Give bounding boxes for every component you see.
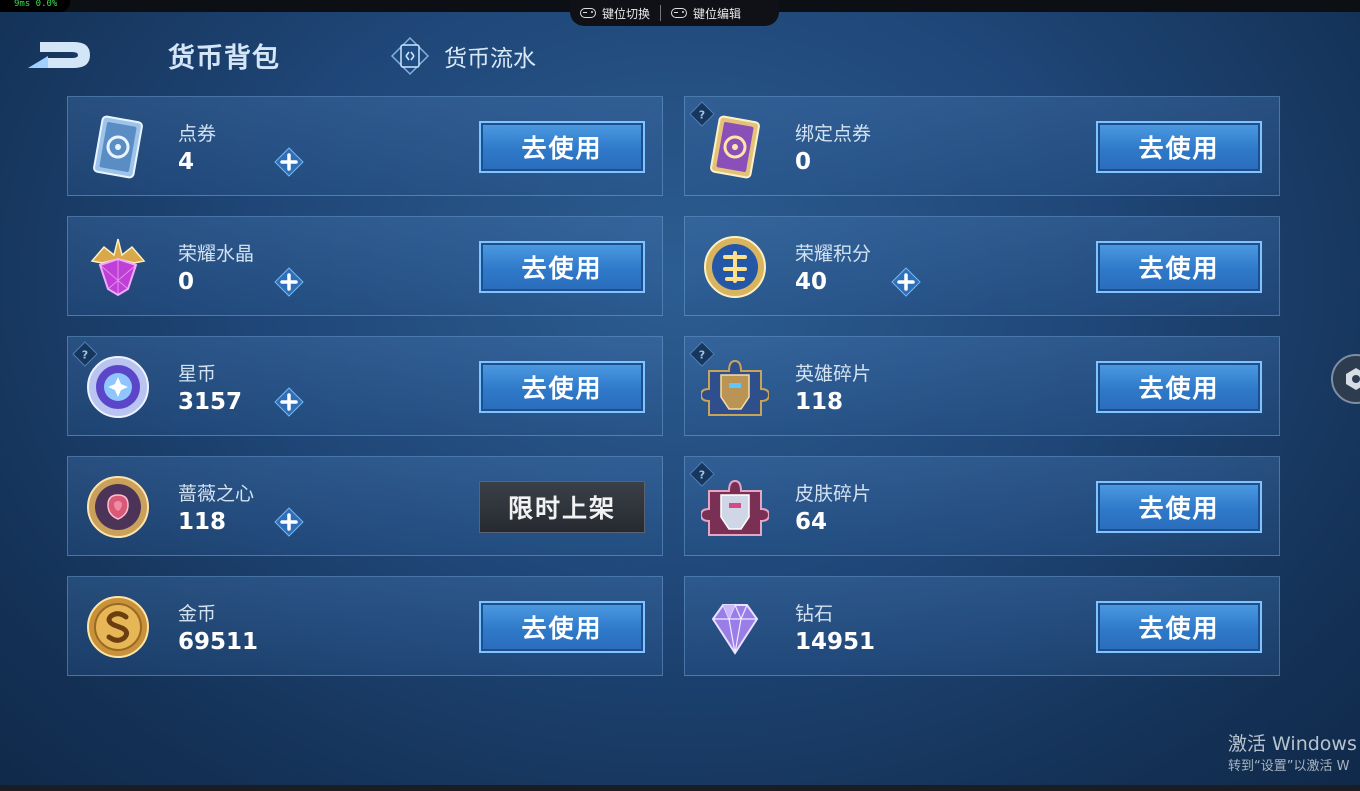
key-mapping-bar: 键位切换 键位编辑 bbox=[570, 0, 779, 26]
ticket-flow-icon bbox=[390, 36, 430, 76]
add-currency-button[interactable] bbox=[274, 507, 304, 537]
currency-amount: 4 bbox=[178, 149, 195, 175]
help-icon[interactable]: ? bbox=[689, 341, 715, 367]
use-button[interactable]: 去使用 bbox=[1096, 601, 1262, 653]
currency-card: ? 星币 3157 去使用 bbox=[67, 336, 663, 436]
currency-card: 蔷薇之心 118 限时上架 bbox=[67, 456, 663, 556]
gamepad-icon bbox=[580, 8, 596, 18]
rose-heart-icon[interactable] bbox=[84, 473, 152, 541]
key-switch-label: 键位切换 bbox=[602, 6, 651, 21]
glory-crystal-icon[interactable] bbox=[84, 233, 152, 301]
add-currency-button[interactable] bbox=[274, 147, 304, 177]
limited-time-button[interactable]: 限时上架 bbox=[479, 481, 645, 533]
currency-amount: 14951 bbox=[795, 629, 876, 655]
help-icon[interactable]: ? bbox=[689, 461, 715, 487]
currency-card: 点券 4 去使用 bbox=[67, 96, 663, 196]
currency-amount: 3157 bbox=[178, 389, 243, 415]
currency-card: 金币 69511 去使用 bbox=[67, 576, 663, 676]
currency-amount: 0 bbox=[178, 269, 195, 295]
windows-activation-hint: 转到“设置”以激活 W bbox=[1228, 759, 1350, 774]
currency-amount: 64 bbox=[795, 509, 828, 535]
currency-amount: 0 bbox=[795, 149, 812, 175]
currency-card: ? 皮肤碎片 64 去使用 bbox=[684, 456, 1280, 556]
help-icon[interactable]: ? bbox=[689, 101, 715, 127]
windows-activation-title: 激活 Windows bbox=[1228, 733, 1357, 755]
currency-amount: 40 bbox=[795, 269, 828, 295]
add-currency-button[interactable] bbox=[891, 267, 921, 297]
currency-name: 点券 bbox=[178, 123, 217, 145]
page-title: 货币背包 bbox=[168, 43, 280, 74]
key-edit-label: 键位编辑 bbox=[693, 6, 742, 21]
currency-name: 绑定点券 bbox=[795, 123, 872, 145]
currency-card: 荣耀水晶 0 去使用 bbox=[67, 216, 663, 316]
glory-points-icon[interactable] bbox=[701, 233, 769, 301]
currency-flow-tab[interactable]: 货币流水 bbox=[390, 36, 536, 76]
currency-amount: 118 bbox=[178, 509, 227, 535]
svg-text:?: ? bbox=[699, 349, 705, 362]
use-button[interactable]: 去使用 bbox=[1096, 361, 1262, 413]
svg-text:?: ? bbox=[699, 469, 705, 482]
diamond-icon[interactable] bbox=[701, 593, 769, 661]
currency-name: 英雄碎片 bbox=[795, 363, 872, 385]
use-button[interactable]: 去使用 bbox=[1096, 121, 1262, 173]
currency-flow-label: 货币流水 bbox=[444, 46, 536, 72]
currency-card: ? 英雄碎片 118 去使用 bbox=[684, 336, 1280, 436]
currency-card: 荣耀积分 40 去使用 bbox=[684, 216, 1280, 316]
currency-amount: 69511 bbox=[178, 629, 259, 655]
key-switch-button[interactable]: 键位切换 bbox=[570, 3, 660, 23]
help-icon[interactable]: ? bbox=[72, 341, 98, 367]
currency-name: 皮肤碎片 bbox=[795, 483, 872, 505]
currency-name: 金币 bbox=[178, 603, 217, 625]
use-button[interactable]: 去使用 bbox=[479, 121, 645, 173]
use-button[interactable]: 去使用 bbox=[479, 361, 645, 413]
use-button[interactable]: 去使用 bbox=[479, 601, 645, 653]
key-edit-button[interactable]: 键位编辑 bbox=[661, 3, 751, 23]
currency-name: 星币 bbox=[178, 363, 217, 385]
currency-card: 钻石 14951 去使用 bbox=[684, 576, 1280, 676]
fps-counter: 9ms 0.0% bbox=[0, 0, 70, 12]
back-arrow-icon[interactable] bbox=[24, 36, 94, 72]
currency-name: 荣耀积分 bbox=[795, 243, 872, 265]
currency-name: 钻石 bbox=[795, 603, 834, 625]
currency-name: 蔷薇之心 bbox=[178, 483, 255, 505]
use-button[interactable]: 去使用 bbox=[479, 241, 645, 293]
add-currency-button[interactable] bbox=[274, 267, 304, 297]
coupon-ticket-icon[interactable] bbox=[84, 113, 152, 181]
svg-text:?: ? bbox=[82, 349, 88, 362]
currency-amount: 118 bbox=[795, 389, 844, 415]
currency-card: ? 绑定点券 0 去使用 bbox=[684, 96, 1280, 196]
use-button[interactable]: 去使用 bbox=[1096, 481, 1262, 533]
side-settings-button[interactable] bbox=[1326, 352, 1360, 406]
add-currency-button[interactable] bbox=[274, 387, 304, 417]
use-button[interactable]: 去使用 bbox=[1096, 241, 1262, 293]
bottom-strip bbox=[0, 785, 1360, 791]
currency-name: 荣耀水晶 bbox=[178, 243, 255, 265]
svg-text:?: ? bbox=[699, 109, 705, 122]
gamepad-icon bbox=[671, 8, 688, 18]
gold-coin-icon[interactable] bbox=[84, 593, 152, 661]
